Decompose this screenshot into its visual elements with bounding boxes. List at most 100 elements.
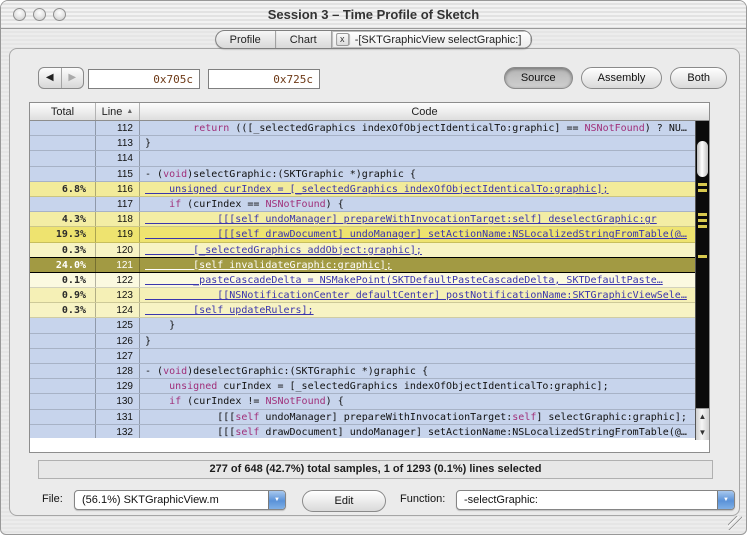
scrollbar-arrows: ▲ ▼ <box>696 408 709 440</box>
column-header-code[interactable]: Code <box>140 103 709 120</box>
code-row-113[interactable]: 113} <box>30 136 709 152</box>
code-row-130[interactable]: 130 if (curIndex != NSNotFound) { <box>30 394 709 410</box>
code-row-114[interactable]: 114 <box>30 151 709 167</box>
scrollbar-thumb[interactable] <box>697 141 708 177</box>
function-label: Function: <box>400 493 446 505</box>
code-row-125[interactable]: 125 } <box>30 318 709 334</box>
line-number: 115 <box>96 166 140 181</box>
code-row-121[interactable]: 24.0% 121 [self invalidateGraphic:graphic… <box>30 256 709 273</box>
scrollbar-track[interactable] <box>696 121 709 408</box>
assembly-view-button[interactable]: Assembly <box>580 67 663 89</box>
line-number: 113 <box>96 136 140 151</box>
code-row-119[interactable]: 19.3% 119 [[[self drawDocument] undoManag… <box>30 227 709 243</box>
line-number: 132 <box>96 424 140 439</box>
total-percent <box>30 348 96 363</box>
total-percent <box>30 333 96 348</box>
tab-chart[interactable]: Chart <box>276 31 332 48</box>
code-text: [[[self undoManager] prepareWithInvocati… <box>145 411 687 423</box>
code-row-131[interactable]: 131 [[[self undoManager] prepareWithInvo… <box>30 409 709 425</box>
code-row-124[interactable]: 0.3% 124 [self updateRulers]; <box>30 303 709 319</box>
total-percent: 4.3% <box>30 212 96 227</box>
status-bar: 277 of 648 (42.7%) total samples, 1 of 1… <box>38 460 713 479</box>
code-row-123[interactable]: 0.9% 123 [[NSNotificationCenter defaultCe… <box>30 288 709 304</box>
total-percent: 0.1% <box>30 272 96 288</box>
total-percent: 0.3% <box>30 303 96 318</box>
line-number: 116 <box>96 181 140 196</box>
total-percent <box>30 394 96 409</box>
hot-line-mark <box>698 255 707 258</box>
scroll-down-icon[interactable]: ▼ <box>696 425 709 441</box>
table-header: Total Line ▲ Code <box>30 103 709 121</box>
line-number: 120 <box>96 242 140 257</box>
code-row-117[interactable]: 117 if (curIndex == NSNotFound) { <box>30 196 709 213</box>
line-number: 131 <box>96 409 140 424</box>
line-number: 121 <box>96 257 140 272</box>
resize-grip[interactable] <box>728 516 742 530</box>
tab-label: Profile <box>229 33 261 46</box>
code-row-128[interactable]: 128 - (void)deselectGraphic:(SKTGraphic *… <box>30 364 709 380</box>
tab-label: Chart <box>289 33 317 46</box>
code-text: - (void)deselectGraphic:(SKTGraphic *)gr… <box>145 366 428 377</box>
total-percent: 6.8% <box>30 181 96 196</box>
back-button[interactable]: ◀ <box>39 68 62 88</box>
code-row-122[interactable]: 0.1% 122 _pasteCascadeDelta = NSMakePoint… <box>30 272 709 289</box>
code-text: if (curIndex != NSNotFound) { <box>169 396 344 408</box>
column-header-line[interactable]: Line ▲ <box>96 103 140 120</box>
code-text: } <box>145 335 152 347</box>
total-percent <box>30 151 96 166</box>
tab-close-icon[interactable]: x <box>335 33 349 46</box>
code-row-120[interactable]: 0.3% 120 [_selectedGraphics addObject:gra… <box>30 242 709 258</box>
code-text: } <box>145 320 176 332</box>
footer-bar: File: (56.1%) SKTGraphicView.m ▼ Edit Fu… <box>10 489 739 513</box>
tab-focused-symbol[interactable]: x -[SKTGraphicView selectGraphic:] <box>331 31 532 48</box>
code-text: [self invalidateGraphic:graphic]; <box>145 259 392 271</box>
forward-button[interactable]: ▶ <box>62 68 84 88</box>
sort-ascending-icon: ▲ <box>126 108 134 115</box>
both-view-button[interactable]: Both <box>670 67 727 89</box>
code-row-127[interactable]: 127 <box>30 348 709 364</box>
code-row-126[interactable]: 126} <box>30 333 709 349</box>
hot-line-mark <box>698 183 707 186</box>
code-text: unsigned curIndex = [_selectedGraphics i… <box>169 381 609 393</box>
total-percent: 19.3% <box>30 227 96 242</box>
total-percent <box>30 121 96 136</box>
code-text: [_selectedGraphics addObject:graphic]; <box>145 244 422 256</box>
popup-arrow-icon: ▼ <box>717 491 734 509</box>
address-end-field[interactable] <box>208 69 320 89</box>
code-row-115[interactable]: 115 - (void)selectGraphic:(SKTGraphic *)g… <box>30 166 709 182</box>
total-percent <box>30 166 96 181</box>
tab-profile[interactable]: Profile <box>216 31 276 48</box>
edit-button[interactable]: Edit <box>302 490 386 512</box>
address-start-field[interactable] <box>88 69 200 89</box>
history-nav: ◀ ▶ <box>38 67 84 89</box>
line-number: 122 <box>96 272 140 288</box>
hot-line-mark <box>698 219 707 222</box>
content-box: ◀ ▶ Source Assembly Both Total Line ▲ Code… <box>9 48 740 516</box>
code-text: [[[self drawDocument] undoManager] setAc… <box>145 229 687 241</box>
table-body: 112 return (([_selectedGraphics indexOfO… <box>30 121 709 440</box>
total-percent <box>30 424 96 439</box>
scroll-up-icon[interactable]: ▲ <box>696 409 709 425</box>
titlebar[interactable]: Session 3 – Time Profile of Sketch <box>1 1 746 29</box>
tab-strip: Profile Chart x -[SKTGraphicView selectGrap… <box>214 30 533 49</box>
code-row-129[interactable]: 129 unsigned curIndex = [_selectedGraphi… <box>30 379 709 395</box>
line-number: 130 <box>96 394 140 409</box>
view-mode-buttons: Source Assembly Both <box>503 67 727 89</box>
file-label: File: <box>42 493 63 505</box>
code-row-118[interactable]: 4.3% 118 [[[self undoManager] prepareWith… <box>30 212 709 228</box>
code-row-116[interactable]: 6.8% 116 unsigned curIndex = [_selectedGr… <box>30 181 709 197</box>
total-percent: 0.3% <box>30 242 96 257</box>
total-percent <box>30 196 96 212</box>
line-number: 118 <box>96 212 140 227</box>
code-text: [[NSNotificationCenter defaultCenter] po… <box>145 290 687 302</box>
function-popup-value: -selectGraphic: <box>464 494 538 506</box>
source-view-button[interactable]: Source <box>503 67 573 89</box>
code-text: _pasteCascadeDelta = NSMakePoint(SKTDefa… <box>145 274 663 286</box>
code-row-112[interactable]: 112 return (([_selectedGraphics indexOfO… <box>30 121 709 137</box>
file-popup[interactable]: (56.1%) SKTGraphicView.m ▼ <box>74 490 286 510</box>
table-scrollbar[interactable]: ▲ ▼ <box>695 121 709 440</box>
function-popup[interactable]: -selectGraphic: ▼ <box>456 490 735 510</box>
column-header-total[interactable]: Total <box>30 103 96 120</box>
hot-line-mark <box>698 213 707 216</box>
